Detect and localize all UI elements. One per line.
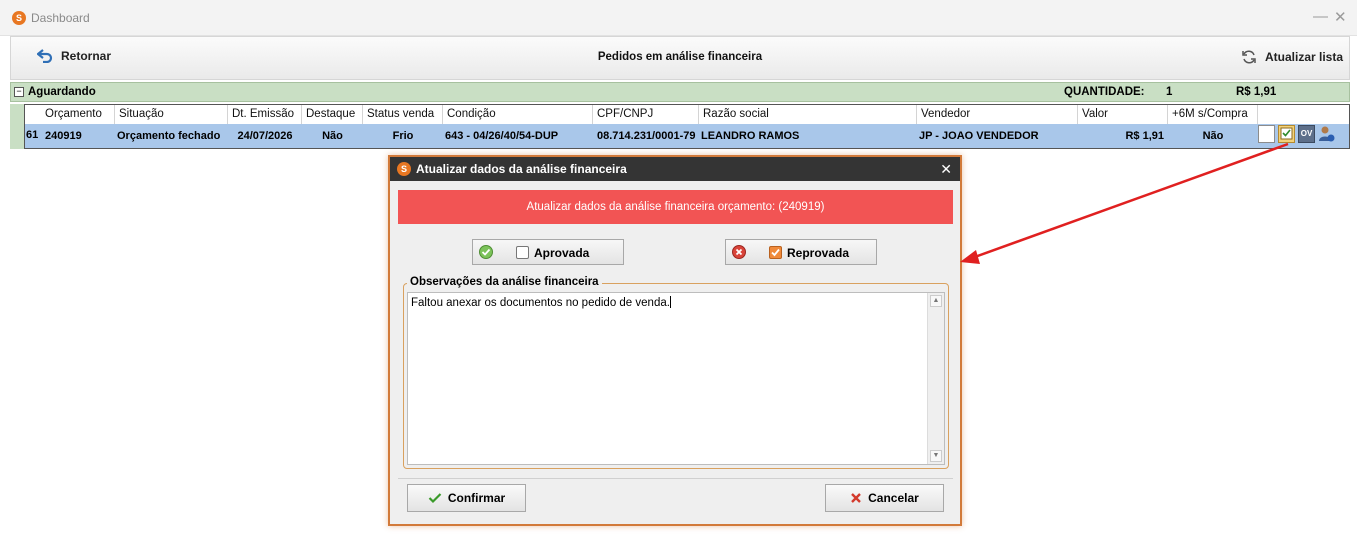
row-number: 61	[26, 129, 39, 141]
observations-legend: Observações da análise financeira	[407, 276, 602, 288]
quantity-label: QUANTIDADE:	[1064, 86, 1145, 98]
confirm-button[interactable]: Confirmar	[407, 484, 526, 512]
dialog-close-button[interactable]: ✕	[940, 157, 952, 181]
dialog-divider	[398, 478, 953, 479]
orders-grid: Orçamento Situação Dt. Emissão Destaque …	[24, 104, 1350, 149]
scroll-down-icon[interactable]: ▼	[930, 450, 942, 462]
cell-condicao: 643 - 04/26/40/54-DUP	[445, 130, 559, 142]
group-total: R$ 1,91	[1236, 86, 1277, 98]
cell-dt-emissao: 24/07/2026	[237, 130, 293, 142]
col-header-cpf-cnpj[interactable]: CPF/CNPJ	[593, 105, 699, 124]
reject-checkbox[interactable]	[769, 246, 782, 259]
reject-x-icon	[732, 245, 746, 259]
col-header-razao-social[interactable]: Razão social	[699, 105, 917, 124]
minimize-button[interactable]: —	[1313, 8, 1328, 25]
reject-option[interactable]: Reprovada	[725, 239, 877, 265]
row-indicator-strip	[10, 104, 24, 149]
approve-checkbox[interactable]	[516, 246, 529, 259]
cell-razao-social: LEANDRO RAMOS	[701, 130, 800, 142]
window-title-bar: S Dashboard — ✕	[0, 0, 1357, 36]
refresh-label: Atualizar lista	[1265, 50, 1344, 64]
col-header-status-venda[interactable]: Status venda	[363, 105, 443, 124]
app-logo-icon: S	[12, 11, 26, 25]
confirm-label: Confirmar	[447, 491, 506, 505]
cell-valor: R$ 1,91	[1125, 130, 1164, 142]
cell-6m-sem-compra: Não	[1202, 130, 1224, 142]
dialog-logo-icon: S	[397, 162, 411, 176]
approve-check-icon	[479, 245, 493, 259]
text-caret	[669, 296, 671, 308]
col-header-6m-sem-compra[interactable]: +6M s/Compra	[1168, 105, 1258, 124]
cancel-x-icon	[851, 493, 861, 503]
dialog-title-bar: S Atualizar dados da análise financeira …	[390, 157, 960, 181]
col-header-orcamento[interactable]: Orçamento	[41, 105, 115, 124]
financial-analysis-icon[interactable]	[1278, 125, 1295, 143]
refresh-list-button[interactable]: Atualizar lista	[1241, 49, 1343, 65]
col-header-destaque[interactable]: Destaque	[302, 105, 363, 124]
financial-analysis-dialog: S Atualizar dados da análise financeira …	[388, 155, 962, 526]
refresh-icon	[1242, 50, 1256, 64]
window-close-button[interactable]: ✕	[1334, 8, 1347, 26]
col-header-vendedor[interactable]: Vendedor	[917, 105, 1078, 124]
observations-scrollbar[interactable]: ▲ ▼	[927, 293, 944, 464]
cancel-label: Cancelar	[868, 491, 919, 505]
cell-vendedor: JP - JOAO VENDEDOR	[919, 130, 1039, 142]
dialog-title: Atualizar dados da análise financeira	[416, 162, 627, 176]
col-header-condicao[interactable]: Condição	[443, 105, 593, 124]
cell-orcamento: 240919	[45, 130, 82, 142]
page-title: Pedidos em análise financeira	[597, 51, 763, 63]
row-actions: OV	[1258, 125, 1335, 143]
cell-cpf-cnpj: 08.714.231/0001-79	[597, 130, 696, 142]
col-header-dt-emissao[interactable]: Dt. Emissão	[228, 105, 302, 124]
window-title: Dashboard	[31, 11, 90, 25]
collapse-group-icon[interactable]: −	[14, 87, 24, 97]
scroll-up-icon[interactable]: ▲	[930, 295, 942, 307]
approve-label: Aprovada	[534, 246, 590, 260]
cancel-button[interactable]: Cancelar	[825, 484, 944, 512]
cell-destaque: Não	[322, 130, 343, 142]
document-icon[interactable]	[1258, 125, 1275, 143]
approve-option[interactable]: Aprovada	[472, 239, 624, 265]
toolbar: Retornar Pedidos em análise financeira A…	[10, 36, 1350, 80]
dialog-banner: Atualizar dados da análise financeira or…	[398, 190, 953, 224]
observations-textarea[interactable]: Faltou anexar os documentos no pedido de…	[407, 292, 945, 465]
col-header-valor[interactable]: Valor	[1078, 105, 1168, 124]
group-header-aguardando: − Aguardando QUANTIDADE: 1 R$ 1,91	[10, 82, 1350, 102]
reject-label: Reprovada	[787, 246, 850, 260]
col-header-situacao[interactable]: Situação	[115, 105, 228, 124]
user-info-icon[interactable]	[1318, 125, 1335, 143]
quantity-value: 1	[1166, 86, 1173, 98]
group-label: Aguardando	[28, 86, 96, 98]
observations-text: Faltou anexar os documentos no pedido de…	[411, 297, 670, 309]
ov-icon[interactable]: OV	[1298, 125, 1315, 143]
confirm-check-icon	[428, 493, 442, 504]
checklist-icon	[1280, 127, 1293, 140]
cell-situacao: Orçamento fechado	[117, 130, 221, 142]
cell-status-venda: Frio	[392, 130, 414, 142]
